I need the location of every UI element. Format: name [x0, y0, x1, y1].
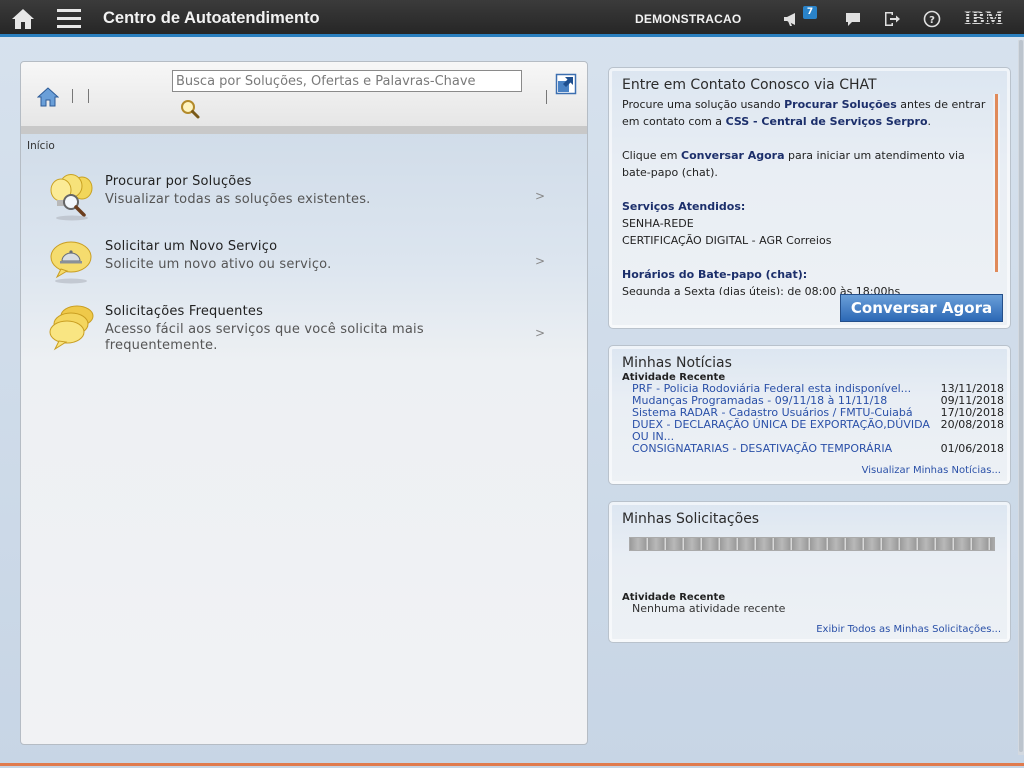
empty-activity-text: Nenhuma atividade recente: [632, 602, 786, 615]
panel-toolbar: [21, 62, 587, 134]
user-name[interactable]: DEMONSTRACAO: [635, 12, 741, 26]
view-all-requests-link[interactable]: Exibir Todos as Minhas Solicitações...: [816, 624, 1001, 635]
chat-paragraph-search: Procure uma solução usando Procurar Solu…: [622, 96, 994, 130]
toolbar-separator: [72, 89, 73, 103]
expand-icon[interactable]: [555, 73, 577, 95]
text: Clique em: [622, 149, 681, 162]
conversar-agora-text: Conversar Agora: [681, 149, 785, 162]
news-panel-title: Minhas Notícias: [622, 355, 732, 371]
services-label: Serviços Atendidos:: [622, 200, 746, 213]
news-item-date: 20/08/2018: [940, 418, 1004, 431]
search-icon[interactable]: [179, 98, 201, 120]
news-item-date: 01/06/2018: [940, 442, 1004, 455]
text: Procure uma solução usando: [622, 98, 785, 111]
chat-info-text: Procure uma solução usando Procurar Solu…: [622, 96, 994, 295]
toolbar-separator: [546, 90, 547, 104]
conversar-agora-button[interactable]: Conversar Agora: [840, 294, 1003, 322]
requests-panel: Minhas Solicitações Atividade Recente Ne…: [608, 501, 1011, 643]
page-scrollbar-thumb[interactable]: [1019, 40, 1023, 752]
chevron-right-icon[interactable]: >: [535, 189, 545, 203]
menu-item-description: Visualizar todas as soluções existentes.: [105, 192, 371, 207]
css-serpro-text: CSS - Central de Serviços Serpro: [725, 115, 928, 128]
menu-item-procurar-solucoes[interactable]: Procurar por Soluções Visualizar todas a…: [49, 174, 579, 222]
requests-panel-title: Minhas Solicitações: [622, 511, 760, 527]
service-item: CERTIFICAÇÃO DIGITAL - AGR Correios: [622, 234, 832, 247]
chat-panel: Entre em Contato Conosco via CHAT Procur…: [608, 67, 1011, 329]
chevron-right-icon[interactable]: >: [535, 326, 545, 340]
service-item: SENHA-REDE: [622, 217, 694, 230]
help-icon[interactable]: ?: [922, 9, 942, 29]
service-bell-icon: [50, 241, 92, 284]
menu-item-title: Solicitar um Novo Serviço: [105, 239, 278, 254]
menu-item-solicitar-servico[interactable]: Solicitar um Novo Serviço Solicite um no…: [49, 239, 579, 284]
logout-icon[interactable]: [882, 9, 902, 29]
text: .: [927, 115, 932, 128]
bottom-accent-line: [0, 763, 1024, 766]
menu-item-solicitacoes-frequentes[interactable]: Solicitações Frequentes Acesso fácil aos…: [49, 304, 579, 356]
panel-home-icon[interactable]: [37, 86, 59, 108]
toolbar-separator: [88, 89, 89, 103]
chat-paragraph-click: Clique em Conversar Agora para iniciar u…: [622, 147, 994, 181]
view-all-news-link[interactable]: Visualizar Minhas Notícias...: [862, 465, 1001, 476]
megaphone-icon[interactable]: [782, 9, 802, 29]
ibm-logo: IBM: [964, 8, 1004, 29]
news-item-link[interactable]: DUEX - DECLARAÇÃO ÚNICA DE EXPORTAÇÃO,DÚ…: [632, 419, 937, 443]
menu-item-description: Solicite um novo ativo ou serviço.: [105, 257, 332, 272]
chat-icon[interactable]: [843, 9, 863, 29]
chevron-right-icon[interactable]: >: [535, 254, 545, 268]
news-item-link[interactable]: CONSIGNATARIAS - DESATIVAÇÃO TEMPORÁRIA: [632, 443, 937, 455]
chat-scrollbar-thumb[interactable]: [995, 94, 998, 272]
chat-panel-title: Entre em Contato Conosco via CHAT: [622, 77, 877, 93]
lightbulb-search-icon: [50, 174, 93, 221]
hours-label: Horários do Bate-papo (chat):: [622, 268, 808, 281]
hamburger-menu-icon[interactable]: [57, 9, 81, 29]
menu-item-description: Acesso fácil aos serviços que você solic…: [105, 322, 424, 353]
speech-bubbles-icon: [49, 305, 94, 351]
menu-item-title: Procurar por Soluções: [105, 174, 252, 189]
news-panel: Minhas Notícias Atividade Recente PRF - …: [608, 345, 1011, 485]
menu-item-title: Solicitações Frequentes: [105, 304, 264, 319]
navigation-panel: Início Procurar por Soluções Visualizar …: [20, 61, 588, 745]
procurar-solucoes-link[interactable]: Procurar Soluções: [784, 98, 897, 111]
notification-badge[interactable]: 7: [803, 6, 817, 19]
home-icon[interactable]: [11, 8, 35, 30]
svg-text:?: ?: [929, 15, 935, 26]
breadcrumb[interactable]: Início: [27, 140, 55, 152]
app-title: Centro de Autoatendimento: [103, 9, 320, 27]
top-bar: Centro de Autoatendimento DEMONSTRACAO 7…: [0, 0, 1024, 37]
loading-progress-bar: [629, 537, 995, 551]
search-input[interactable]: [172, 70, 522, 92]
